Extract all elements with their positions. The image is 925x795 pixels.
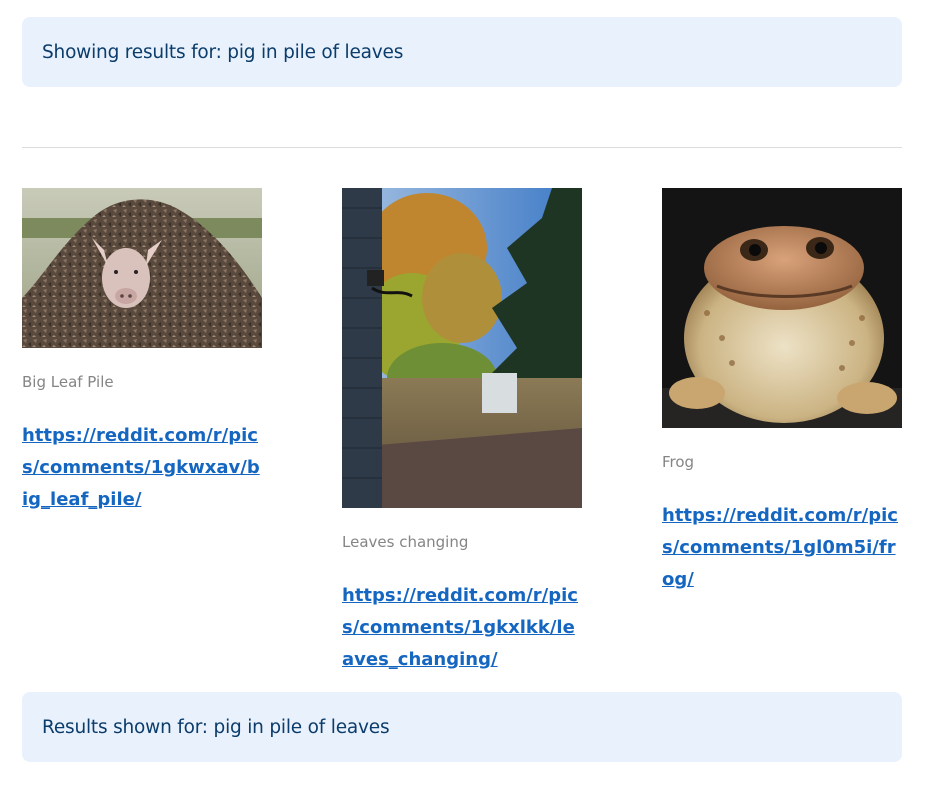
divider [22, 147, 902, 148]
result-title: Big Leaf Pile [22, 373, 114, 391]
result-link[interactable]: https://reddit.com/r/pics/comments/1gkxl… [342, 580, 582, 676]
result-card: Leaves changing https://reddit.com/r/pic… [342, 188, 582, 676]
search-query-banner: Showing results for: pig in pile of leav… [22, 17, 902, 87]
results-shown-text: Results shown for: pig in pile of leaves [42, 716, 390, 738]
result-image[interactable] [662, 188, 902, 428]
result-link[interactable]: https://reddit.com/r/pics/comments/1gkwx… [22, 420, 262, 516]
result-card: Frog https://reddit.com/r/pics/comments/… [662, 188, 902, 596]
result-title: Leaves changing [342, 533, 469, 551]
result-image[interactable] [22, 188, 262, 348]
result-image[interactable] [342, 188, 582, 508]
result-title: Frog [662, 453, 695, 471]
search-query-text: Showing results for: pig in pile of leav… [42, 41, 404, 63]
results-footer-banner: Results shown for: pig in pile of leaves [22, 692, 902, 762]
search-results-page: Showing results for: pig in pile of leav… [0, 0, 925, 795]
result-card: Big Leaf Pile https://reddit.com/r/pics/… [22, 188, 262, 516]
result-link[interactable]: https://reddit.com/r/pics/comments/1gl0m… [662, 500, 902, 596]
